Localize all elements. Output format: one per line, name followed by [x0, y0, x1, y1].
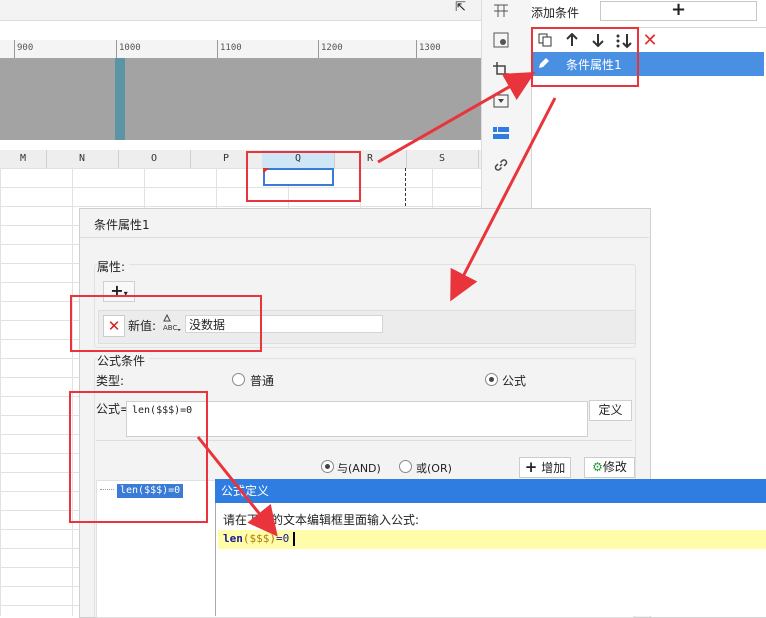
type-formula-radio[interactable] [485, 373, 498, 386]
ruler-label: 900 [17, 43, 34, 53]
add-condition-label: 添加条件 [531, 6, 580, 20]
logic-and-label[interactable]: 与(AND) [337, 460, 381, 476]
code-comparison: =0 [276, 532, 290, 545]
logic-or-label[interactable]: 或(OR) [416, 460, 452, 476]
ruler: 900 1000 1100 1200 1300 [0, 40, 481, 59]
formula-dialog-title: 公式定义 [215, 479, 766, 503]
crop-icon[interactable] [490, 59, 512, 81]
ruler-label: 1200 [321, 43, 343, 53]
text-cursor [293, 532, 295, 546]
widget-icon[interactable] [490, 90, 512, 112]
divider [79, 237, 649, 238]
plus-icon: + [524, 458, 538, 476]
top-toolbar [0, 0, 481, 21]
code-paren: ( [242, 532, 250, 545]
condition-attribute-icon[interactable] [490, 122, 512, 144]
formula-dialog-prompt: 请在下面的文本编辑框里面输入公式: [223, 513, 420, 527]
add-condition-button[interactable]: + [600, 1, 757, 21]
ruler-label: 1000 [119, 43, 141, 53]
code-paren: ) [269, 532, 276, 545]
logic-or-radio[interactable] [399, 460, 412, 473]
add-label: 增加 [541, 461, 566, 475]
column-header-row: M N O P Q R S [0, 150, 481, 169]
modify-icon: ⚙ [592, 460, 603, 474]
type-formula-label[interactable]: 公式 [502, 372, 526, 389]
delete-icon[interactable]: ✕ [642, 32, 658, 50]
dialog-title: 条件属性1 [94, 218, 150, 232]
code-function: len [223, 532, 243, 545]
logic-and-radio[interactable] [321, 460, 334, 473]
modify-button[interactable]: ⚙修改 [584, 457, 635, 478]
ruler-label: 1100 [220, 43, 242, 53]
type-normal-label[interactable]: 普通 [250, 372, 274, 389]
cell-attribute-icon[interactable] [490, 29, 512, 51]
add-condition-formula-button[interactable]: + 增加 [519, 457, 571, 478]
type-label: 类型: [96, 374, 125, 388]
annotation-box [69, 391, 208, 523]
page-preview [0, 58, 481, 140]
preview-marker[interactable] [115, 58, 125, 140]
annotation-box [70, 295, 262, 352]
column-header[interactable]: S [406, 150, 479, 168]
grid-icon[interactable] [490, 0, 512, 22]
formula-code: len($$$)=0 [223, 532, 289, 545]
annotation-box [531, 27, 639, 87]
formula-editor[interactable] [218, 530, 766, 549]
annotation-box [246, 151, 361, 202]
formula-condition-label: 公式条件 [97, 352, 150, 369]
type-normal-radio[interactable] [232, 373, 245, 386]
column-header[interactable]: O [118, 150, 191, 168]
property-label: 属性: [97, 258, 130, 275]
modify-label: 修改 [602, 460, 627, 474]
ruler-label: 1300 [419, 43, 441, 53]
column-header[interactable]: M [0, 150, 47, 168]
hyperlink-icon[interactable] [490, 154, 512, 176]
column-header[interactable]: N [46, 150, 119, 168]
cursor-select-icon[interactable]: ⇱ [455, 0, 466, 15]
code-argument: $$$ [249, 532, 270, 545]
define-button[interactable]: 定义 [589, 400, 632, 421]
